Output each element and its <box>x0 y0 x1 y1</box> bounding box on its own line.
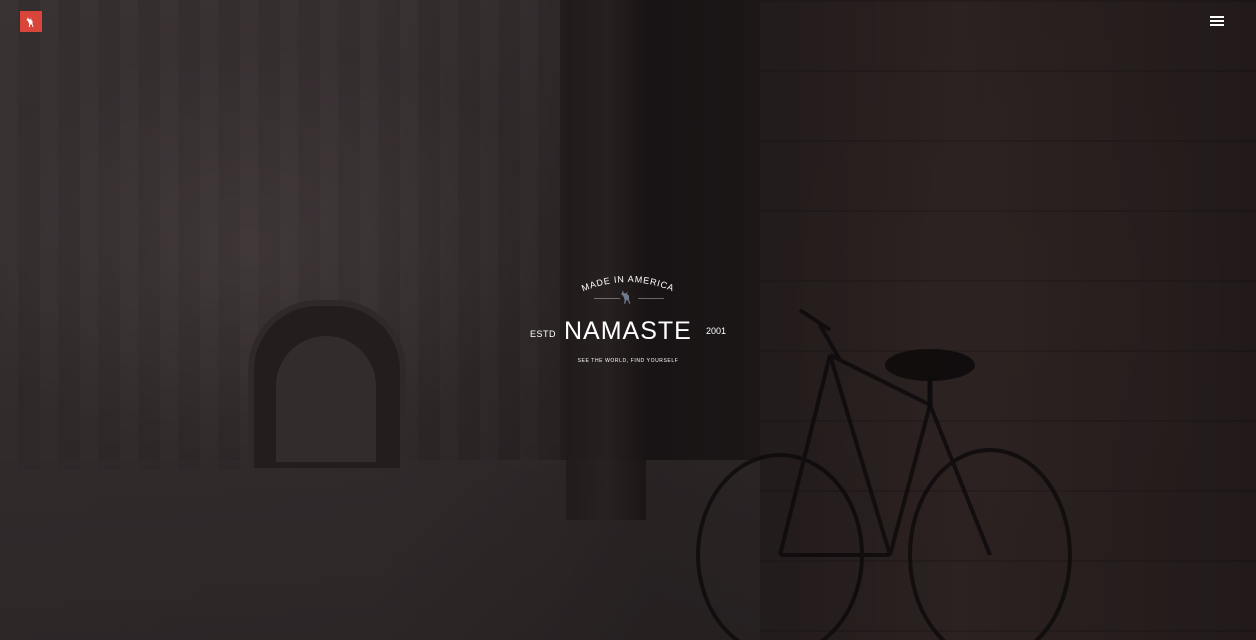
year-label: 2001 <box>706 326 727 336</box>
brand-title: NAMASTE <box>564 317 692 345</box>
menu-bar <box>1210 24 1224 26</box>
menu-bar <box>1210 16 1224 18</box>
logo[interactable] <box>20 11 42 32</box>
divider <box>638 298 664 299</box>
estd-label: ESTD <box>530 329 557 339</box>
deer-icon <box>26 16 34 27</box>
tagline: SEE THE WORLD, FIND YOURSELF <box>577 358 679 364</box>
deer-icon <box>621 290 631 304</box>
hero-section: MADE IN AMERICA ESTD NAMASTE 2001 SEE TH… <box>0 0 1256 640</box>
hamburger-menu-icon[interactable] <box>1210 14 1228 28</box>
divider <box>594 298 620 299</box>
brand-badge: MADE IN AMERICA ESTD NAMASTE 2001 SEE TH… <box>520 268 736 378</box>
menu-bar <box>1210 20 1224 22</box>
